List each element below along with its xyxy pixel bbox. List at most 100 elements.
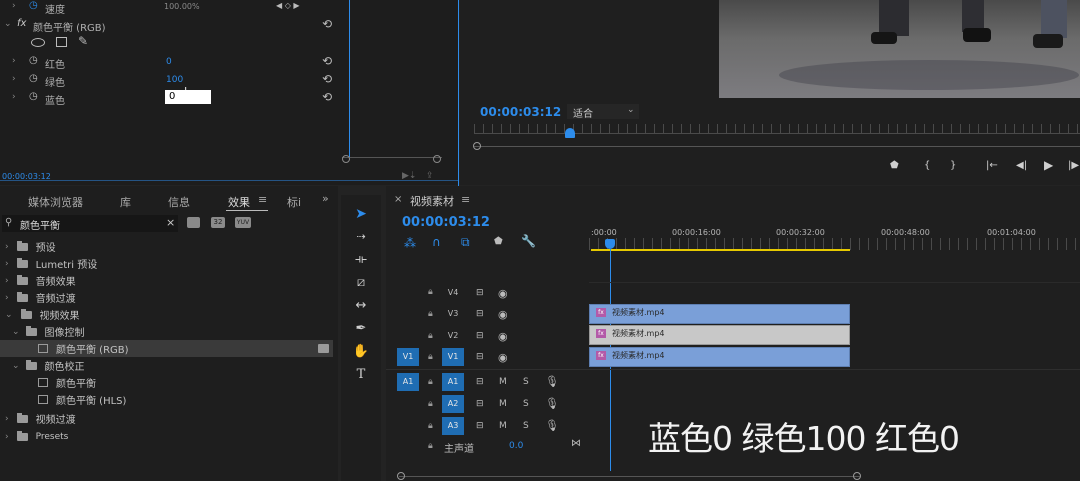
timeline-tab-title[interactable]: 视频素材 bbox=[410, 193, 454, 209]
tree-item-color-balance[interactable]: 颜色平衡 bbox=[0, 374, 333, 391]
track-v1-label[interactable]: V1 bbox=[442, 348, 464, 366]
play-icon[interactable]: ▶ bbox=[1044, 158, 1053, 172]
tree-item-lumetri-presets[interactable]: › Lumetri 预设 bbox=[0, 255, 333, 272]
go-to-end-icon[interactable]: ⋈ bbox=[571, 438, 581, 449]
collapse-arrow-icon[interactable]: ⌄ bbox=[12, 327, 20, 337]
master-volume-value[interactable]: 0.0 bbox=[509, 441, 523, 451]
track-v2-label[interactable]: V2 bbox=[442, 327, 464, 345]
expand-arrow-icon[interactable]: › bbox=[5, 276, 9, 286]
step-back-icon[interactable]: ◀| bbox=[1016, 160, 1027, 171]
clear-search-icon[interactable]: × bbox=[166, 216, 175, 229]
tab-media-browser[interactable]: 媒体浏览器 bbox=[28, 194, 83, 210]
effect-timeline-scrollbar[interactable] bbox=[342, 157, 442, 165]
tree-item-color-balance-rgb[interactable]: 颜色平衡 (RGB) bbox=[0, 340, 333, 357]
ellipse-mask-icon[interactable] bbox=[31, 38, 45, 47]
tab-effects[interactable]: 效果 bbox=[228, 194, 250, 210]
lock-icon[interactable]: 🔒︎ bbox=[428, 399, 433, 409]
eye-icon[interactable]: ◉ bbox=[498, 308, 508, 321]
microphone-icon[interactable]: 🎙︎ bbox=[545, 375, 559, 388]
timeline-timecode[interactable]: 00:00:03:12 bbox=[402, 215, 490, 230]
clip-v3[interactable]: fx 视频素材.mp4 bbox=[589, 304, 850, 324]
reset-icon[interactable]: ⟲ bbox=[322, 90, 332, 104]
tab-markers[interactable]: 标i bbox=[287, 194, 301, 210]
lock-icon[interactable]: 🔒︎ bbox=[428, 421, 433, 431]
tree-item-video-transitions[interactable]: › 视频过渡 bbox=[0, 410, 333, 427]
expand-arrow-icon[interactable]: › bbox=[12, 1, 16, 11]
expand-arrow-icon[interactable]: › bbox=[12, 56, 16, 66]
timeline-menu-icon[interactable]: ≡ bbox=[461, 193, 470, 206]
mute-button[interactable]: M bbox=[499, 421, 507, 431]
track-a3-label[interactable]: A3 bbox=[442, 417, 464, 435]
pen-mask-icon[interactable]: ✎ bbox=[78, 34, 88, 48]
microphone-icon[interactable]: 🎙︎ bbox=[545, 419, 559, 432]
eye-icon[interactable]: ◉ bbox=[498, 330, 508, 343]
work-area-bar[interactable] bbox=[591, 249, 850, 251]
close-tab-icon[interactable]: × bbox=[394, 194, 402, 205]
slip-tool-icon[interactable]: ↔ bbox=[352, 297, 370, 315]
track-select-tool-icon[interactable]: ⇢ bbox=[352, 228, 370, 246]
lock-icon[interactable]: 🔒︎ bbox=[428, 331, 433, 341]
mute-button[interactable]: M bbox=[499, 399, 507, 409]
nest-icon[interactable]: ⁂ bbox=[404, 236, 416, 250]
sync-lock-icon[interactable]: ⊟ bbox=[476, 377, 484, 387]
more-tabs-icon[interactable]: » bbox=[322, 192, 329, 205]
lock-icon[interactable]: 🔒︎ bbox=[428, 309, 433, 319]
program-playhead[interactable] bbox=[565, 128, 575, 138]
sync-lock-icon[interactable]: ⊟ bbox=[476, 352, 484, 362]
microphone-icon[interactable]: 🎙︎ bbox=[545, 397, 559, 410]
mark-in-icon[interactable]: { bbox=[924, 160, 930, 171]
expand-arrow-icon[interactable]: › bbox=[12, 92, 16, 102]
sync-lock-icon[interactable]: ⊟ bbox=[476, 288, 484, 298]
expand-arrow-icon[interactable]: › bbox=[5, 432, 9, 442]
sync-lock-icon[interactable]: ⊟ bbox=[476, 331, 484, 341]
yuv-effects-icon[interactable]: YUV bbox=[235, 217, 251, 228]
rectangle-mask-icon[interactable] bbox=[56, 37, 67, 47]
expand-arrow-icon[interactable]: › bbox=[12, 74, 16, 84]
tree-item-audio-effects[interactable]: › 音频效果 bbox=[0, 272, 333, 289]
keyframe-nav[interactable]: ◀ ◇ ▶ bbox=[276, 1, 300, 10]
collapse-arrow-icon[interactable]: ⌄ bbox=[5, 310, 13, 320]
tab-info[interactable]: 信息 bbox=[168, 194, 190, 210]
snap-icon[interactable]: ∩ bbox=[432, 235, 441, 249]
linked-selection-icon[interactable]: ⧉ bbox=[461, 235, 470, 250]
program-timecode[interactable]: 00:00:03:12 bbox=[480, 105, 561, 119]
expand-arrow-icon[interactable]: › bbox=[5, 242, 9, 252]
solo-button[interactable]: S bbox=[523, 377, 529, 387]
param-blue-input[interactable]: 0 bbox=[165, 90, 211, 104]
param-green-value[interactable]: 100 bbox=[166, 75, 183, 85]
hand-tool-icon[interactable]: ✋ bbox=[352, 343, 370, 361]
pen-tool-icon[interactable]: ✒ bbox=[352, 320, 370, 338]
sync-lock-icon[interactable]: ⊟ bbox=[476, 421, 484, 431]
mute-button[interactable]: M bbox=[499, 377, 507, 387]
solo-button[interactable]: S bbox=[523, 421, 529, 431]
lock-icon[interactable]: 🔒︎ bbox=[428, 352, 433, 362]
scroll-handle-left[interactable] bbox=[342, 155, 350, 163]
effects-search-box[interactable]: ⚲ 颜色平衡 × bbox=[2, 215, 178, 232]
speed-value[interactable]: 100.00% bbox=[164, 2, 200, 11]
clip-v1[interactable]: fx 视频素材.mp4 bbox=[589, 347, 850, 367]
accelerated-effects-icon[interactable] bbox=[187, 217, 200, 228]
effects-search-input[interactable]: 颜色平衡 bbox=[20, 217, 60, 232]
fx-icon[interactable]: fx bbox=[17, 18, 26, 29]
track-a1-label[interactable]: A1 bbox=[442, 373, 464, 391]
stopwatch-icon[interactable]: ◷ bbox=[29, 73, 38, 84]
eye-icon[interactable]: ◉ bbox=[498, 351, 508, 364]
mark-out-icon[interactable]: } bbox=[950, 160, 956, 171]
reset-icon[interactable]: ⟲ bbox=[322, 72, 332, 86]
timeline-scrollbar[interactable] bbox=[399, 476, 860, 477]
lock-icon[interactable]: 🔒︎ bbox=[428, 377, 433, 387]
source-patch-v1[interactable]: V1 bbox=[397, 348, 419, 366]
ripple-edit-tool-icon[interactable]: ⟛ bbox=[352, 251, 370, 269]
32bit-effects-icon[interactable]: 32 bbox=[211, 217, 225, 228]
clip-v2[interactable]: fx 视频素材.mp4 bbox=[589, 325, 850, 345]
collapse-arrow-icon[interactable]: ⌄ bbox=[12, 361, 20, 371]
expand-arrow-icon[interactable]: › bbox=[5, 259, 9, 269]
lock-icon[interactable]: 🔒︎ bbox=[428, 287, 433, 297]
expand-arrow-icon[interactable]: › bbox=[5, 293, 9, 303]
scroll-handle-right[interactable] bbox=[853, 472, 861, 480]
stopwatch-icon[interactable]: ◷ bbox=[29, 0, 38, 11]
add-marker-icon[interactable]: ⬟ bbox=[494, 236, 503, 247]
tree-item-image-control[interactable]: ⌄ 图像控制 bbox=[0, 323, 333, 340]
track-v4-label[interactable]: V4 bbox=[442, 284, 464, 302]
stopwatch-icon[interactable]: ◷ bbox=[29, 91, 38, 102]
